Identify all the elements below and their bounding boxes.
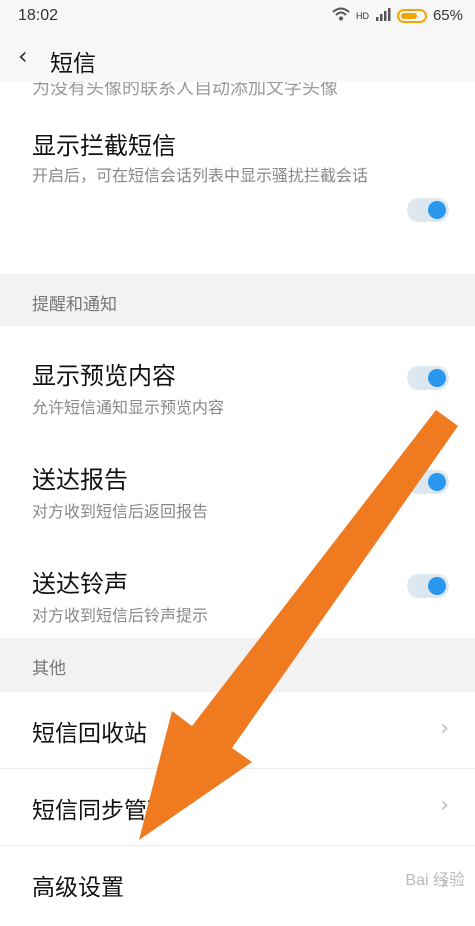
section-title: 提醒和通知	[32, 295, 117, 315]
setting-subtitle: 对方收到短信后铃声提示	[32, 606, 209, 625]
toggle-delivery-report[interactable]	[407, 470, 449, 494]
battery-icon	[396, 8, 427, 23]
battery-percent: 65%	[432, 7, 463, 24]
avatar-description-row: 为没有头像的联系人自动添加文字头像	[0, 82, 475, 106]
wifi-icon	[332, 6, 350, 25]
toggle-show-blocked[interactable]	[407, 198, 449, 222]
nav-recycle-bin[interactable]: 短信回收站 ›	[0, 692, 475, 769]
card-display: 为没有头像的联系人自动添加文字头像 显示拦截短信 开启后，可在短信会话列表中显示…	[0, 82, 475, 274]
toggle-knob	[428, 369, 446, 387]
setting-title: 显示预览内容	[32, 362, 176, 390]
chevron-left-icon[interactable]: ‹	[18, 42, 28, 70]
setting-subtitle: 对方收到短信后返回报告	[32, 502, 209, 521]
setting-preview[interactable]: 显示预览内容 允许短信通知显示预览内容	[0, 326, 475, 430]
section-notify: 提醒和通知	[0, 274, 475, 326]
nav-advanced[interactable]: 高级设置 ›	[0, 846, 475, 926]
clock: 18:02	[18, 7, 59, 24]
watermark: Bai 经验	[405, 872, 465, 889]
page-title: 短信	[50, 51, 96, 77]
toggle-knob	[428, 201, 446, 219]
card-other: 短信回收站 › 短信同步管理 › 高级设置 ›	[0, 692, 475, 926]
toggle-preview[interactable]	[407, 366, 449, 390]
network-label: HD	[355, 10, 369, 21]
header-bar: ‹ 短信	[0, 34, 475, 82]
signal-icon	[375, 6, 391, 25]
nav-title: 短信同步管理	[32, 798, 170, 824]
settings-list: 为没有头像的联系人自动添加文字头像 显示拦截短信 开启后，可在短信会话列表中显示…	[0, 82, 475, 926]
toggle-knob	[428, 577, 446, 595]
section-other: 其他	[0, 638, 475, 692]
setting-title: 显示拦截短信	[32, 132, 176, 160]
status-bar: 18:02 HD 65%	[0, 0, 475, 34]
toggle-knob	[428, 473, 446, 491]
toggle-delivery-tone[interactable]	[407, 574, 449, 598]
setting-title: 送达报告	[32, 466, 128, 494]
avatar-description: 为没有头像的联系人自动添加文字头像	[32, 82, 338, 99]
chevron-right-icon: ›	[440, 793, 449, 818]
nav-title: 短信回收站	[32, 721, 147, 747]
chevron-right-icon: ›	[440, 716, 449, 741]
setting-show-blocked[interactable]: 显示拦截短信 开启后，可在短信会话列表中显示骚扰拦截会话	[0, 106, 475, 274]
section-title: 其他	[32, 659, 66, 679]
setting-subtitle: 开启后，可在短信会话列表中显示骚扰拦截会话	[32, 166, 369, 185]
nav-title: 高级设置	[32, 875, 124, 901]
nav-sync[interactable]: 短信同步管理 ›	[0, 769, 475, 846]
status-icons: HD 65%	[332, 6, 463, 25]
setting-subtitle: 允许短信通知显示预览内容	[32, 398, 225, 417]
setting-title: 送达铃声	[32, 570, 128, 598]
card-notify: 显示预览内容 允许短信通知显示预览内容 送达报告 对方收到短信后返回报告 送达铃…	[0, 326, 475, 638]
setting-delivery-tone[interactable]: 送达铃声 对方收到短信后铃声提示	[0, 534, 475, 638]
setting-delivery-report[interactable]: 送达报告 对方收到短信后返回报告	[0, 430, 475, 534]
